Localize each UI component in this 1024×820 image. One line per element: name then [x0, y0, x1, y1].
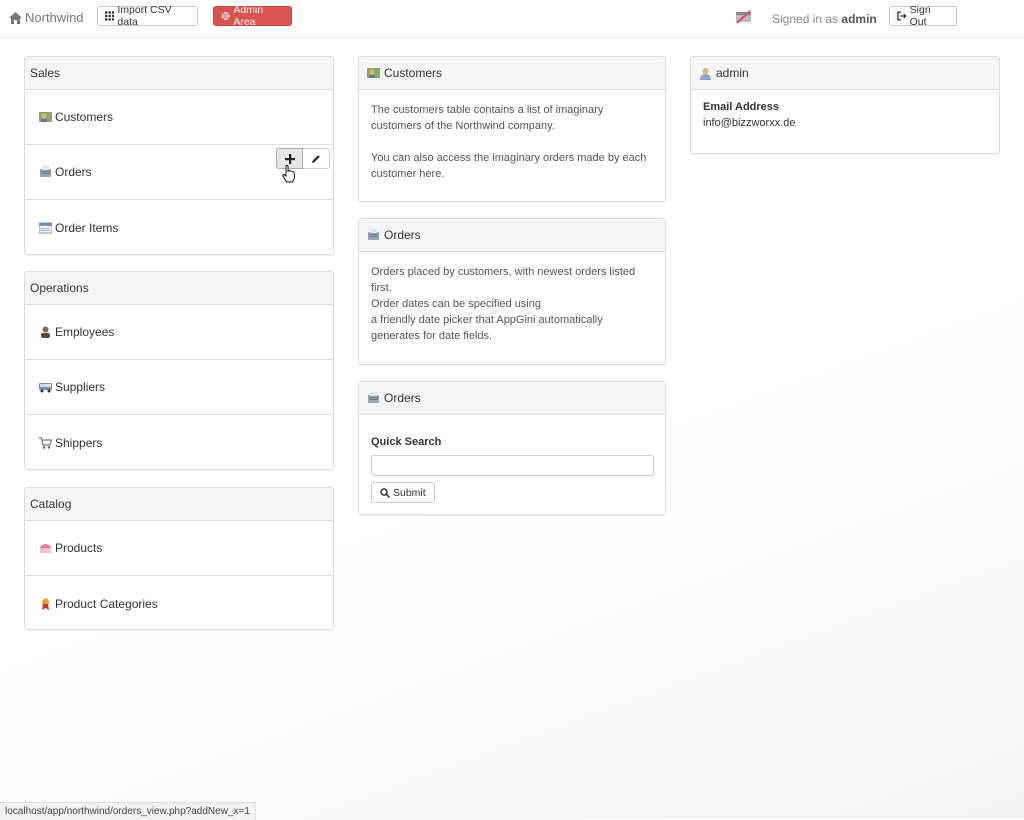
brand-label: Northwind [25, 10, 84, 25]
orders-icon [368, 229, 379, 240]
catalog-heading: Catalog [25, 488, 333, 521]
admin-profile-body: Email Address info@bizzworxx.de [691, 90, 999, 143]
email-address-value: info@bizzworxx.de [703, 117, 796, 129]
submit-label: Submit [393, 486, 426, 499]
customers-info-heading: Customers [359, 57, 665, 90]
admin-profile-title: admin [716, 66, 749, 80]
import-csv-button[interactable]: Import CSV data [97, 4, 198, 28]
signed-in-text: Signed in as admin [772, 12, 877, 26]
status-bar-url: localhost/app/northwind/orders_view.php?… [0, 802, 256, 820]
sidebar-item-label: Customers [55, 110, 114, 124]
orders-search-body: Quick Search Submit [359, 415, 665, 515]
sidebar-item-product-categories[interactable]: Product Categories [25, 576, 333, 631]
sign-out-button[interactable]: Sign Out [889, 4, 957, 28]
sidebar-item-products[interactable]: Products [25, 521, 333, 576]
orders-icon [368, 392, 379, 403]
suppliers-icon [39, 383, 52, 393]
sign-out-label: Sign Out [909, 4, 931, 28]
sidebar-item-suppliers[interactable]: Suppliers [25, 360, 333, 415]
orders-icon [40, 166, 51, 177]
customers-info-line1: The customers table contains a list of i… [371, 104, 604, 132]
customers-icon [367, 68, 380, 78]
customers-info-panel: Customers The customers table contains a… [358, 56, 666, 202]
home-icon [9, 11, 22, 24]
admin-area-button[interactable]: Admin Area [213, 4, 292, 28]
orders-info-panel: Orders Orders placed by customers, with … [358, 218, 666, 365]
sidebar-item-label: Employees [55, 325, 115, 339]
orders-search-heading: Orders [359, 382, 665, 415]
import-csv-label: Import CSV data [117, 4, 172, 28]
sidebar-item-customers[interactable]: Customers [25, 90, 333, 145]
sidebar-item-order-items[interactable]: Order Items [25, 200, 333, 255]
sidebar-item-label: Shippers [55, 435, 103, 450]
sign-out-icon [897, 11, 907, 21]
orders-info-line3: a friendly date picker that AppGini auto… [371, 314, 603, 342]
shippers-icon [39, 436, 52, 449]
sales-panel: Sales Customers Orders Order Items [24, 56, 334, 255]
operations-panel: Operations Employees Suppliers Shippers [24, 271, 334, 470]
customers-info-body: The customers table contains a list of i… [359, 90, 665, 194]
sidebar-item-label: Products [55, 541, 103, 555]
sidebar-item-shippers[interactable]: Shippers [25, 415, 333, 470]
operations-heading: Operations [25, 272, 333, 305]
product-categories-icon [42, 598, 49, 610]
catalog-panel: Catalog Products Product Categories [24, 487, 334, 630]
order-items-icon [39, 222, 52, 233]
orders-info-title: Orders [384, 228, 421, 242]
sales-heading: Sales [25, 57, 333, 90]
admin-area-label: Admin Area [233, 4, 264, 28]
products-icon [40, 544, 51, 553]
grid-icon [105, 11, 115, 21]
customers-info-title: Customers [384, 66, 443, 80]
orders-info-line2: Order dates can be specified using [371, 298, 541, 310]
sidebar-item-label: Product Categories [55, 596, 158, 611]
plus-icon [284, 153, 295, 164]
orders-search-panel: Orders Quick Search Submit [358, 381, 666, 515]
quick-search-input[interactable] [371, 455, 654, 476]
orders-search-title: Orders [384, 391, 421, 405]
user-icon [700, 67, 711, 80]
flag-icon [736, 10, 751, 24]
email-address-label: Email Address [703, 101, 780, 113]
customers-info-line2: You can also access the imaginary orders… [371, 152, 647, 180]
sidebar-item-label: Order Items [55, 220, 119, 235]
quick-search-label: Quick Search [371, 436, 442, 448]
gear-icon [221, 11, 230, 21]
pencil-icon [312, 154, 320, 163]
sidebar-item-label: Suppliers [55, 380, 106, 394]
search-icon [380, 487, 390, 498]
admin-profile-heading: admin [691, 57, 999, 90]
admin-profile-panel: admin Email Address info@bizzworxx.de [690, 56, 1000, 154]
top-navbar: Northwind Import CSV data Admin Area Sig… [0, 0, 1024, 38]
sidebar-item-label: Orders [55, 165, 92, 179]
employees-icon [41, 326, 50, 338]
customers-icon [39, 112, 52, 122]
orders-info-heading: Orders [359, 219, 665, 252]
brand-link[interactable]: Northwind [9, 10, 84, 25]
submit-button[interactable]: Submit [371, 482, 435, 503]
signed-in-prefix: Signed in as [772, 12, 839, 26]
sidebar-item-employees[interactable]: Employees [25, 305, 333, 360]
hand-cursor-icon [282, 165, 295, 183]
edit-orders-button[interactable] [303, 148, 330, 169]
orders-info-line1: Orders placed by customers, with newest … [371, 266, 636, 294]
orders-info-body: Orders placed by customers, with newest … [359, 252, 665, 356]
signed-in-user: admin [841, 12, 877, 26]
